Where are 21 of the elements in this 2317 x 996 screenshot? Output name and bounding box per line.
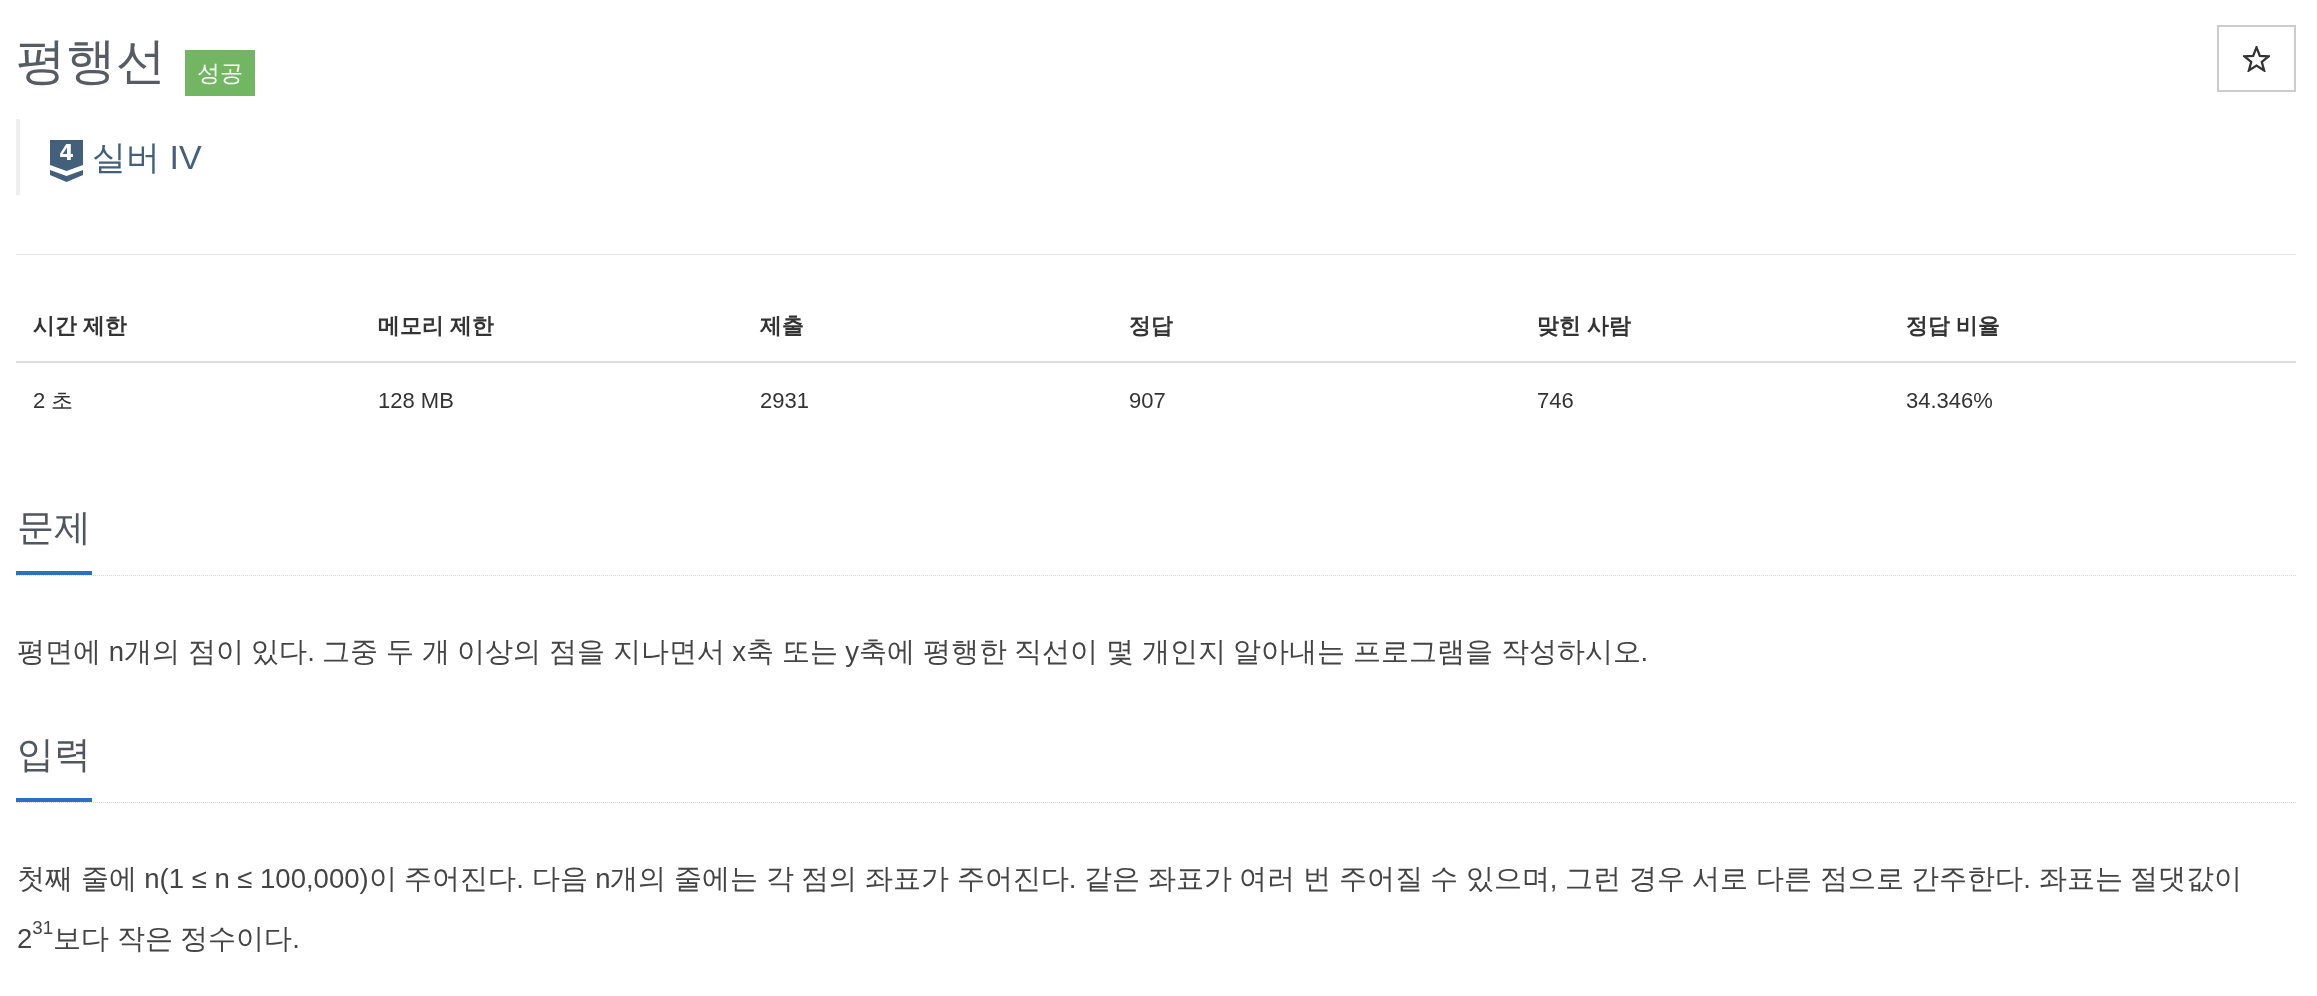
stat-value: 2931 xyxy=(760,387,809,416)
stat-value: 746 xyxy=(1537,387,1574,416)
favorite-button[interactable] xyxy=(2217,25,2296,92)
problem-title: 평행선 xyxy=(16,32,166,91)
stat-value: 128 MB xyxy=(378,387,454,416)
column-header: 정답 비율 xyxy=(1906,312,2001,341)
result-badge: 성공 xyxy=(185,50,255,96)
section-paragraph: 평면에 n개의 점이 있다. 그중 두 개 이상의 점을 지나면서 x축 또는 y축에 평행한 직선이 몇 개인지 알아내는 프로그램을 작성하시오. xyxy=(17,635,1650,669)
section-heading: 문제 xyxy=(16,503,92,575)
tier-label[interactable]: 실버 IV xyxy=(92,136,202,178)
stat-value: 907 xyxy=(1129,387,1166,416)
column-header: 맞힌 사람 xyxy=(1537,312,1632,341)
tier-emblem: 4 xyxy=(50,140,83,182)
column-header: 제출 xyxy=(760,312,804,341)
stat-value: 2 초 xyxy=(33,387,74,416)
column-header: 메모리 제한 xyxy=(378,312,495,341)
stat-value: 34.346% xyxy=(1906,387,1993,416)
section-paragraph: 첫째 줄에 n(1 ≤ n ≤ 100,000)이 주어진다. 다음 n개의 줄에는 각 점의 좌표가 주어진다. 같은 좌표가 여러 번 주어질 수 있으며, 그런 경우 서로 다른 점으로 간주한다. 좌표는 절댓값이 2$^{31}$보다 작은 정수이다. xyxy=(17,862,2244,956)
section-heading: 입력 xyxy=(16,730,92,802)
column-header: 정답 xyxy=(1129,312,1173,341)
column-header: 시간 제한 xyxy=(33,312,128,341)
